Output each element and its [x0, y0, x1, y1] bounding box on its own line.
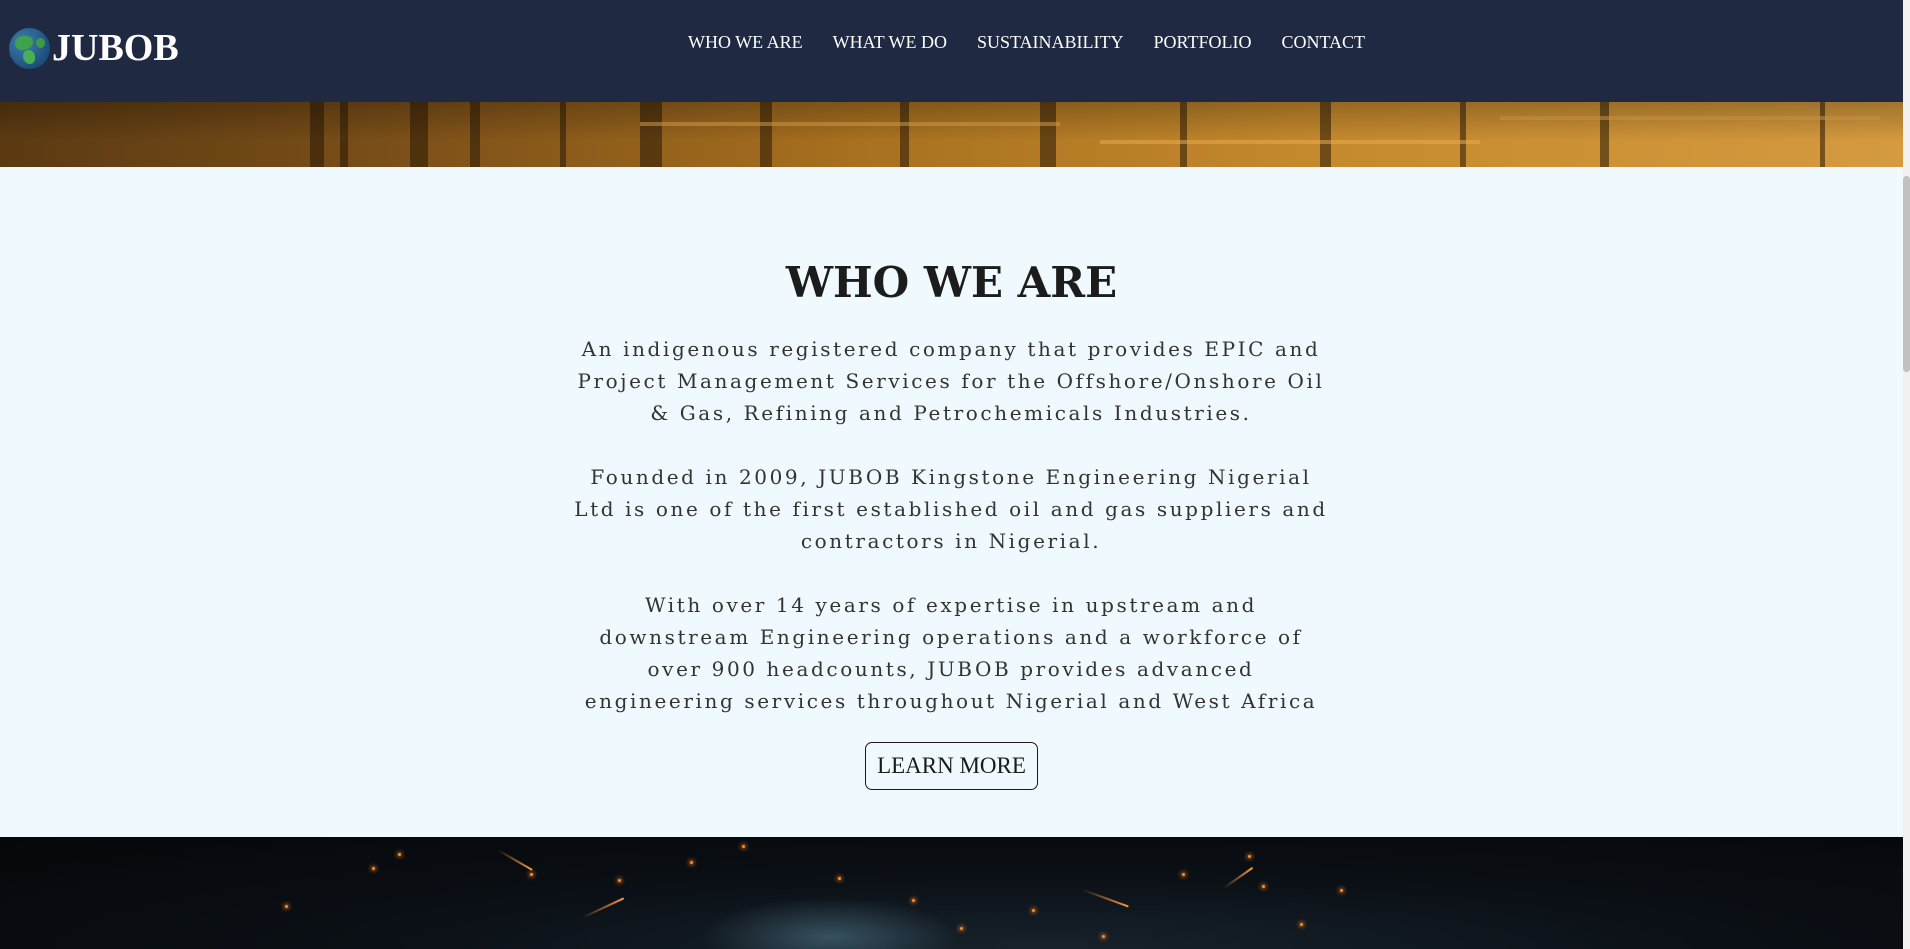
learn-more-button[interactable]: LEARN MORE — [865, 742, 1038, 790]
main-nav: WHO WE ARE WHAT WE DO SUSTAINABILITY POR… — [688, 30, 1395, 54]
site-header: JUBOB WHO WE ARE WHAT WE DO SUSTAINABILI… — [0, 0, 1903, 102]
nav-item-what-we-do[interactable]: WHAT WE DO — [833, 30, 947, 54]
page-scrollbar[interactable] — [1903, 0, 1910, 949]
about-paragraph-1: An indigenous registered company that pr… — [577, 337, 1325, 425]
about-paragraph-2: Founded in 2009, JUBOB Kingstone Enginee… — [574, 465, 1328, 553]
welding-image-band — [0, 837, 1903, 949]
scrollbar-thumb[interactable] — [1903, 176, 1910, 372]
hero-image-industrial-plant — [0, 102, 1903, 167]
globe-icon — [9, 28, 50, 69]
about-paragraph-3: With over 14 years of expertise in upstr… — [584, 593, 1318, 713]
nav-item-portfolio[interactable]: PORTFOLIO — [1154, 30, 1252, 54]
nav-item-contact[interactable]: CONTACT — [1281, 30, 1365, 54]
page: JUBOB WHO WE ARE WHAT WE DO SUSTAINABILI… — [0, 0, 1910, 949]
nav-item-who-we-are[interactable]: WHO WE ARE — [688, 30, 803, 54]
nav-item-sustainability[interactable]: SUSTAINABILITY — [977, 30, 1124, 54]
section-title: WHO WE ARE — [785, 258, 1118, 307]
about-text: An indigenous registered company that pr… — [570, 333, 1332, 717]
logo-text: JUBOB — [52, 27, 179, 69]
who-we-are-section: WHO WE ARE An indigenous registered comp… — [0, 167, 1903, 837]
logo[interactable]: JUBOB — [9, 28, 179, 69]
